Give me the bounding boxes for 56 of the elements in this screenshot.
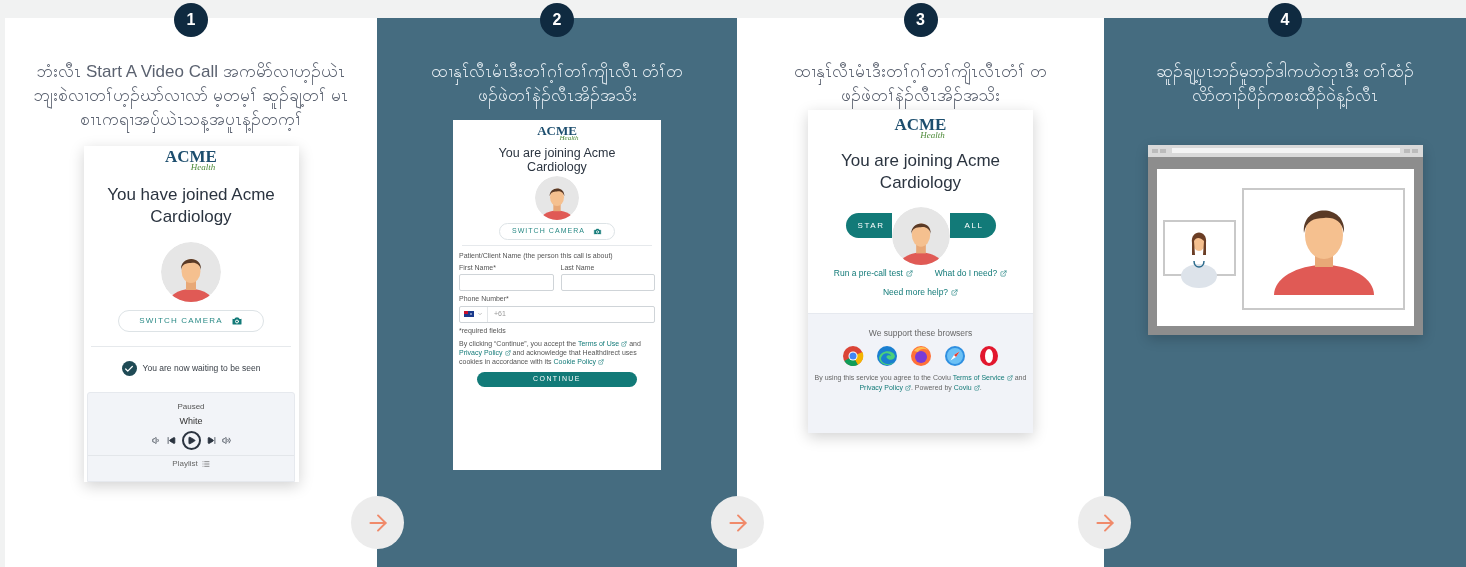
external-link-icon xyxy=(905,269,913,277)
browser-logo-icon xyxy=(841,345,864,368)
logo-tagline: Health xyxy=(920,131,945,140)
step-caption: ဆူၣ်ချ့ပှၤဘၣ်မူဘၣ်ဒါကဟဲတုၤဒီး တၢ်ထံၣ်လိာ်တၢၣ်ပီၣ်ကစးထီၣ်ဝဲန့ၣ်လီၤ xyxy=(1135,60,1435,108)
browser-logo-icon xyxy=(875,345,898,368)
step-number: 2 xyxy=(540,3,574,37)
help-link[interactable]: Need more help? xyxy=(882,285,959,299)
playlist-label: Playlist xyxy=(172,457,198,470)
camera-icon xyxy=(230,315,243,327)
browser-logo-icon xyxy=(943,345,966,368)
step-number: 3 xyxy=(903,3,938,37)
external-link-icon xyxy=(598,359,604,365)
browser-logo-icon xyxy=(909,345,932,368)
start-video-call-button[interactable]: STAR xyxy=(845,213,892,238)
browser-logo-icon xyxy=(977,345,1000,368)
help-link[interactable]: What do I need? xyxy=(934,267,1008,280)
page-title: You are joining Acme Cardiology xyxy=(839,150,1002,194)
skip-forward-icon[interactable] xyxy=(206,435,216,445)
external-link-icon xyxy=(904,385,911,392)
logo-tagline: Health xyxy=(190,163,216,172)
skip-back-icon[interactable] xyxy=(166,435,176,445)
step-caption: ထၢနှၤ်လီၤမံၤဒီးတၢ်ဂ့ၢ်တၢ်ကျိၤလီၤ တံၢ်တဖၣ်ဖဲတၢ်နဲၣ်လီၤအိၣ်အသိး xyxy=(407,60,707,108)
status-text: You are now waiting to be seen xyxy=(142,362,261,375)
step-caption: ထၢနှၤ်လီၤမံၤဒီးတၢ်ဂ့ၢ်တၢ်ကျိၤလီၤတံၢ် တဖၣ်ဖဲတၢ်နဲၣ်လီၤအိၣ်အသိး xyxy=(770,60,1071,108)
external-link-icon xyxy=(621,341,628,347)
external-link-icon xyxy=(973,385,980,392)
volume-up-icon[interactable] xyxy=(221,435,231,445)
player-state: Paused xyxy=(177,401,205,413)
start-video-call-button[interactable]: ALL xyxy=(949,213,996,238)
step-number: 4 xyxy=(1268,3,1302,37)
input-field[interactable] xyxy=(560,274,655,291)
flag-icon xyxy=(464,311,474,317)
browsers-heading: We support these browsers xyxy=(868,326,973,340)
logo-wordmark: ACME xyxy=(537,124,577,137)
volume-down-icon[interactable] xyxy=(151,435,161,445)
play-icon xyxy=(186,435,196,445)
camera-icon xyxy=(593,226,603,236)
check-icon xyxy=(121,361,137,376)
play-button[interactable] xyxy=(181,430,201,450)
external-link-icon xyxy=(1006,375,1013,382)
step-number: 1 xyxy=(174,3,208,37)
logo-wordmark: ACME xyxy=(894,116,947,133)
external-link-icon xyxy=(1000,269,1008,277)
step-caption: ဘံးလီၤ Start A Video Call အကမိာ်လၢဟ့ၣ်ယဲၤ ဘျးစဲလၢတၢ်ဟ့ၣ်ဃာ်လၢလာ် မ့တမ့ၢ် ဆူၣ်ချ့တၢ် မၤစၢၤကရၢအပှ်ယဲၤသန့အပူၤန့ၣ်တက့ၢ် xyxy=(11,60,371,132)
external-link-icon xyxy=(951,288,959,296)
help-link[interactable]: Run a pre-call test xyxy=(833,267,913,280)
external-link-icon xyxy=(504,350,511,356)
page-title: You are joining Acme Cardiology xyxy=(497,146,617,174)
page-title: You have joined Acme Cardiology xyxy=(106,184,276,228)
input-field[interactable] xyxy=(459,274,554,291)
switch-camera-button[interactable]: SWITCH CAMERA xyxy=(118,310,264,332)
chevron-down-icon xyxy=(477,311,483,317)
track-name: White xyxy=(179,415,203,428)
logo-wordmark: ACME xyxy=(165,148,217,165)
list-icon[interactable] xyxy=(201,459,210,468)
avatar-icon xyxy=(891,207,950,265)
